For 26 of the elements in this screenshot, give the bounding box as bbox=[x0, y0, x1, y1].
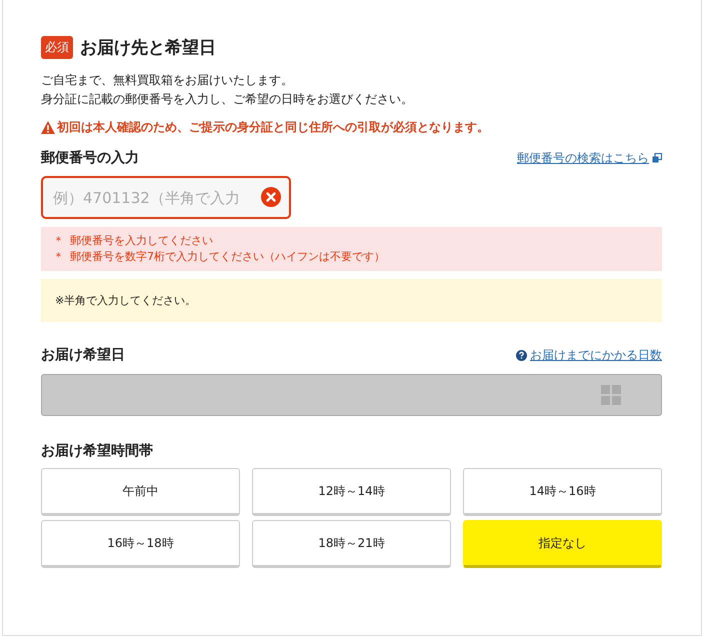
intro-text: ご自宅まで、無料買取箱をお届けいたします。 bbox=[41, 72, 294, 89]
warning-text: 初回は本人確認のため、ご提示の身分証と同じ住所への引取が必須となります。 bbox=[57, 119, 489, 136]
error-message: 郵便番号を入力してください bbox=[70, 233, 213, 249]
required-badge: 必須 bbox=[41, 36, 73, 59]
time-option[interactable]: 午前中 bbox=[41, 468, 240, 516]
note-text: ※半角で入力してください。 bbox=[55, 293, 196, 308]
postal-label: 郵便番号の入力 bbox=[41, 149, 139, 167]
error-icon bbox=[261, 187, 281, 207]
error-message: 郵便番号を数字7桁で入力してください（ハイフンは不要です） bbox=[70, 249, 385, 265]
postal-search-link[interactable]: 郵便番号の検索はこちら bbox=[517, 150, 662, 166]
external-link-icon bbox=[652, 153, 662, 163]
time-option[interactable]: 12時～14時 bbox=[252, 468, 451, 516]
intro-text: 身分証に記載の郵便番号を入力し、ご希望の日時をお選びください。 bbox=[41, 91, 414, 108]
time-label: お届け希望時間帯 bbox=[41, 442, 154, 460]
time-option[interactable]: 18時～21時 bbox=[252, 520, 451, 568]
section-title: お届け先と希望日 bbox=[80, 37, 216, 59]
calendar-icon bbox=[601, 385, 621, 405]
postal-code-field[interactable]: 例）4701132（半角で入力 bbox=[41, 176, 291, 219]
time-option[interactable]: 14時～16時 bbox=[463, 468, 662, 516]
error-mark: ＊ bbox=[53, 249, 64, 265]
help-icon bbox=[516, 350, 527, 360]
date-label: お届け希望日 bbox=[41, 346, 125, 364]
error-mark: ＊ bbox=[53, 233, 64, 249]
time-option[interactable]: 指定なし bbox=[463, 520, 662, 568]
time-option[interactable]: 16時～18時 bbox=[41, 520, 240, 568]
warning-icon bbox=[41, 121, 55, 134]
